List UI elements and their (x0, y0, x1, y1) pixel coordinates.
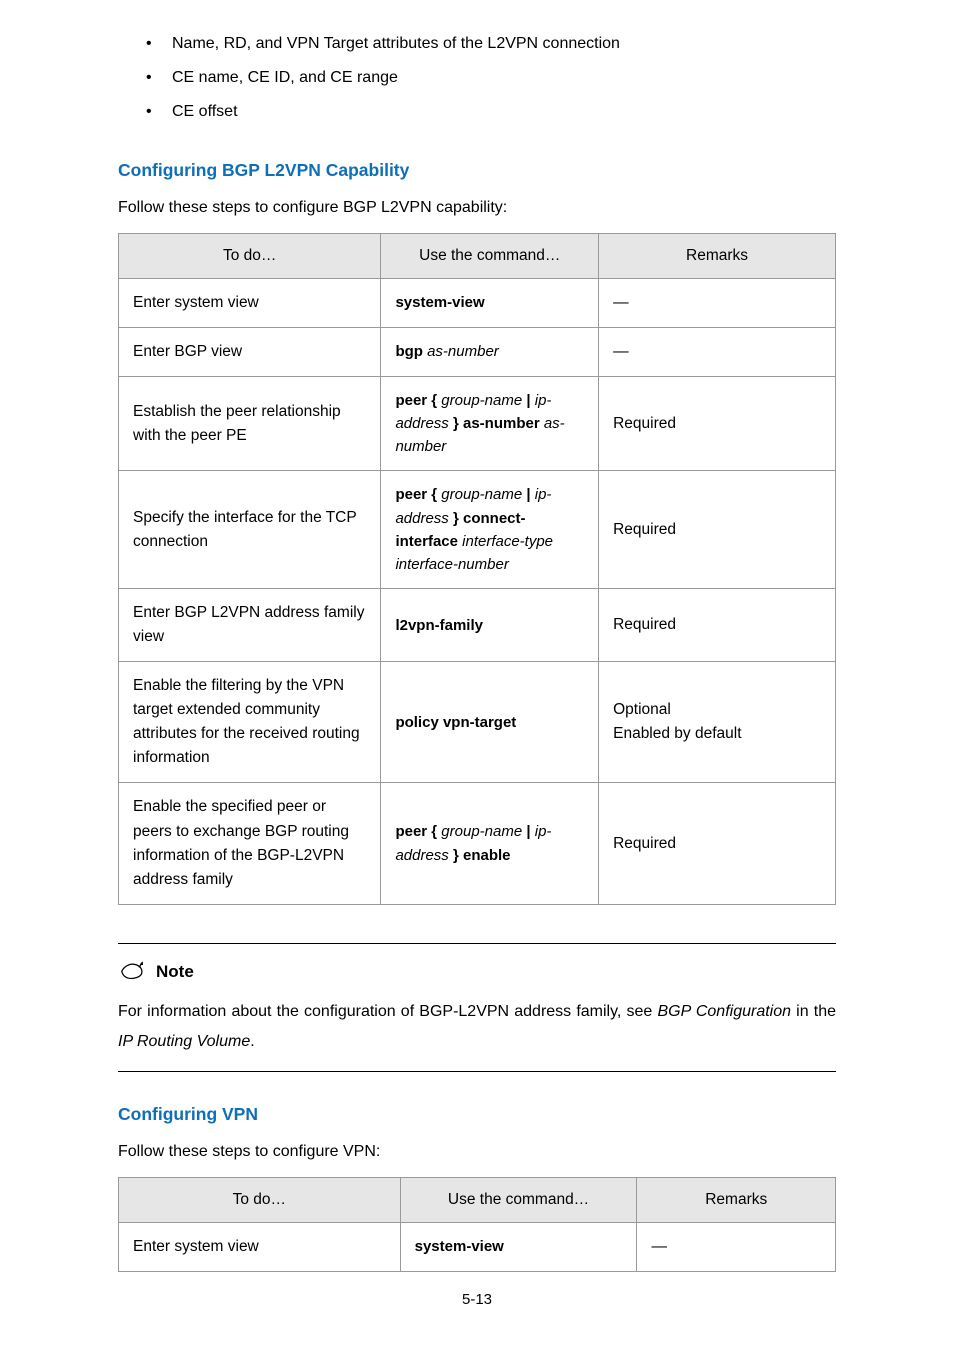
table-header-row: To do… Use the command… Remarks (119, 1177, 836, 1222)
table-header-row: To do… Use the command… Remarks (119, 233, 836, 278)
cell-remarks: — (599, 327, 836, 376)
cell-desc: Enable the specified peer or peers to ex… (119, 783, 381, 904)
cell-remarks: Required (599, 783, 836, 904)
cell-cmd: l2vpn-family (381, 589, 599, 662)
cell-desc: Enter system view (119, 278, 381, 327)
cell-cmd: peer { group-name | ip-address } enable (381, 783, 599, 904)
cell-remarks: Required (599, 471, 836, 589)
col-header-remarks: Remarks (637, 1177, 836, 1222)
remark-line: Optional (613, 698, 821, 722)
table-row: Enter BGP L2VPN address family view l2vp… (119, 589, 836, 662)
bullet-item: Name, RD, and VPN Target attributes of t… (146, 32, 836, 56)
cell-cmd: peer { group-name | ip-address } connect… (381, 471, 599, 589)
bullet-text: Name, RD, and VPN Target attributes of t… (172, 35, 620, 52)
cell-desc: Enter BGP view (119, 327, 381, 376)
note-divider-top (118, 943, 836, 944)
bullet-text: CE name, CE ID, and CE range (172, 69, 398, 86)
cell-remarks: Optional Enabled by default (599, 662, 836, 783)
table-vpn: To do… Use the command… Remarks Enter sy… (118, 1177, 836, 1272)
bullet-item: CE name, CE ID, and CE range (146, 66, 836, 90)
cell-cmd: system-view (381, 278, 599, 327)
note-divider-bottom (118, 1071, 836, 1072)
cell-cmd: bgp as-number (381, 327, 599, 376)
bullet-item: CE offset (146, 100, 836, 124)
col-header-remarks: Remarks (599, 233, 836, 278)
cell-remarks: Required (599, 589, 836, 662)
note-icon (118, 958, 148, 987)
cell-desc: Enable the filtering by the VPN target e… (119, 662, 381, 783)
table-row: Establish the peer relationship with the… (119, 376, 836, 471)
cell-cmd: policy vpn-target (381, 662, 599, 783)
table-row: Enter system view system-view — (119, 278, 836, 327)
note-text-italic: BGP (657, 1003, 695, 1020)
section-intro-vpn: Follow these steps to configure VPN: (118, 1139, 836, 1165)
table-row: Enter system view system-view — (119, 1222, 836, 1271)
table-row: Specify the interface for the TCP connec… (119, 471, 836, 589)
cell-desc: Enter system view (119, 1222, 401, 1271)
section-heading-bgp: Configuring BGP L2VPN Capability (118, 160, 836, 181)
remark-line: Enabled by default (613, 722, 821, 746)
table-row: Enable the filtering by the VPN target e… (119, 662, 836, 783)
cell-desc: Establish the peer relationship with the… (119, 376, 381, 471)
section-heading-vpn: Configuring VPN (118, 1104, 836, 1125)
table-row: Enter BGP view bgp as-number — (119, 327, 836, 376)
cell-remarks: Required (599, 376, 836, 471)
note-text-italic: IP Routing Volume (118, 1033, 250, 1050)
cell-desc: Specify the interface for the TCP connec… (119, 471, 381, 589)
col-header-cmd: Use the command… (381, 233, 599, 278)
page-number: 5-13 (0, 1291, 954, 1308)
section-intro-bgp: Follow these steps to configure BGP L2VP… (118, 195, 836, 221)
cell-cmd: peer { group-name | ip-address } as-numb… (381, 376, 599, 471)
note-text: For information about the configuration … (118, 1003, 657, 1020)
note-text: in the (791, 1003, 836, 1020)
note-header: Note (118, 958, 836, 987)
cell-cmd: system-view (400, 1222, 637, 1271)
note-text-italic: Configuration (696, 1003, 791, 1020)
cell-desc: Enter BGP L2VPN address family view (119, 589, 381, 662)
col-header-cmd: Use the command… (400, 1177, 637, 1222)
note-body: For information about the configuration … (118, 997, 836, 1058)
cell-remarks: — (637, 1222, 836, 1271)
bullet-text: CE offset (172, 103, 238, 120)
table-row: Enable the specified peer or peers to ex… (119, 783, 836, 904)
note-label: Note (156, 962, 194, 982)
cell-remarks: — (599, 278, 836, 327)
bullet-list: Name, RD, and VPN Target attributes of t… (118, 32, 836, 124)
col-header-todo: To do… (119, 233, 381, 278)
note-text: . (250, 1033, 254, 1050)
col-header-todo: To do… (119, 1177, 401, 1222)
table-bgp: To do… Use the command… Remarks Enter sy… (118, 233, 836, 905)
